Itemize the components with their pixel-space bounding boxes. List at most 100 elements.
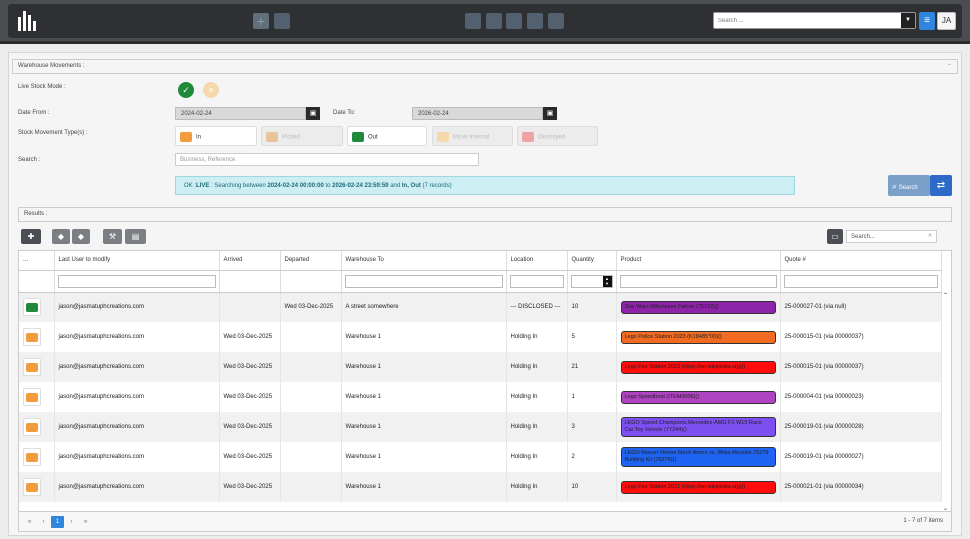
type-picked-button[interactable]: Picked	[261, 126, 343, 146]
col-header[interactable]: Departed	[280, 251, 342, 271]
tags-icon[interactable]: ◆	[72, 229, 90, 244]
hammer-icon[interactable]: ⚒	[103, 229, 122, 244]
product-badge[interactable]: Lego Police Station 2023 (K18485*00)()	[620, 330, 776, 344]
date-from-field[interactable]: 2024-02-24	[175, 107, 306, 120]
global-search-input[interactable]	[714, 13, 900, 28]
product-cell: Lego Speedboat (ITEM0006)()	[616, 382, 781, 412]
table-row[interactable]: jason@jasmatuphcreations.com Wed 03-Dec-2…	[19, 382, 942, 412]
user-cell: jason@jasmatuphcreations.com	[54, 382, 220, 412]
header-row: ... Last User to modify Arrived Departed…	[19, 251, 942, 271]
quantity-cell: 1	[567, 382, 617, 412]
product-badge[interactable]: Lego Speedboat (ITEM0006)()	[620, 390, 776, 404]
location-cell: --- DISCLOSED ---	[506, 292, 568, 322]
user-avatar[interactable]: JA	[937, 12, 956, 30]
keyboard-icon[interactable]: ▭	[827, 229, 843, 244]
export-icon[interactable]: ▤	[125, 229, 146, 244]
table-row[interactable]: jason@jasmatuphcreations.com Wed 03-Dec-2…	[19, 412, 942, 442]
last-page-button[interactable]: »	[79, 516, 92, 528]
user-cell: jason@jasmatuphcreations.com	[54, 322, 220, 352]
col-header[interactable]: Last User to modify	[54, 251, 220, 271]
date-from-label: Date From :	[18, 110, 50, 116]
quantity-stepper[interactable]: ▲ ▼	[570, 274, 613, 288]
search-input[interactable]: Business, Reference	[175, 153, 479, 166]
product-badge[interactable]: Lego Fire Station 2021 (https://en.wikip…	[620, 480, 776, 494]
grid-icon[interactable]	[274, 13, 290, 29]
col-header[interactable]: ...	[19, 251, 55, 271]
door-icon[interactable]	[527, 13, 543, 29]
bag-icon[interactable]	[506, 13, 522, 29]
product-badge[interactable]: LEGO Speed Champions Mercedes-AMG F1 W15…	[620, 417, 776, 437]
calendar-icon[interactable]: ▣	[306, 107, 320, 120]
crown-icon[interactable]	[548, 13, 564, 29]
type-move-internal-button[interactable]: Move Internal	[432, 126, 513, 146]
scroll-down-icon[interactable]: ⌄	[943, 505, 948, 512]
search-button-label: Search	[898, 185, 918, 191]
table-row[interactable]: jason@jasmatuphcreations.com Wed 03-Dec-2…	[19, 322, 942, 352]
filter-cell	[280, 270, 342, 293]
type-destroyed-button[interactable]: Destroyed	[517, 126, 598, 146]
type-cell	[19, 442, 55, 472]
info-live: LIVE	[196, 183, 210, 189]
location-cell: Holding In	[506, 472, 568, 502]
date-to-field[interactable]: 2026-02-24	[412, 107, 543, 120]
live-mode-on-icon[interactable]: ✓	[178, 82, 194, 98]
next-page-button[interactable]: ›	[65, 516, 78, 528]
type-out-button[interactable]: Out	[347, 126, 427, 146]
filter-input[interactable]	[509, 274, 564, 288]
pin-icon[interactable]: ✚	[21, 229, 41, 244]
table-row[interactable]: jason@jasmatuphcreations.com Wed 03-Dec-2…	[19, 442, 942, 472]
box-icon[interactable]	[23, 448, 41, 466]
table-row[interactable]: jason@jasmatuphcreations.com Wed 03-Dec-2…	[19, 352, 942, 382]
search-button[interactable]: ⌕ Search	[888, 175, 930, 196]
page-button[interactable]: 1	[51, 516, 64, 528]
scroll-up-icon[interactable]: ⌃	[943, 292, 948, 299]
quantity-cell: 21	[567, 352, 617, 382]
table-row[interactable]: jason@jasmatuphcreations.com Wed 03-Dec-2…	[19, 472, 942, 502]
product-badge[interactable]: Lego Fire Station 2023 (https://en.wikip…	[620, 360, 776, 374]
product-badge[interactable]: LEGO Marvel Venom Mech Armor vs. Miles M…	[620, 447, 776, 467]
table-row[interactable]: jason@jasmatuphcreations.com Wed 03-Dec-2…	[19, 292, 942, 322]
chevron-down-icon[interactable]: ▼	[901, 13, 915, 28]
prev-page-button[interactable]: ‹	[37, 516, 50, 528]
stepper-icon[interactable]: ▲ ▼	[602, 275, 612, 287]
quote-cell: 25-000021-01 (via 00000034)	[780, 472, 942, 502]
info-text: and	[388, 183, 402, 189]
filter-input[interactable]	[783, 274, 938, 288]
table-search-input[interactable]: Search... ⌕	[846, 230, 937, 243]
calendar-icon[interactable]: ▣	[543, 107, 557, 120]
col-header[interactable]: Warehouse To	[341, 251, 507, 271]
col-header[interactable]: Quote #	[780, 251, 942, 271]
arrived-cell: Wed 03-Dec-2025	[219, 322, 281, 352]
tag-icon[interactable]: ◆	[52, 229, 70, 244]
col-header[interactable]: Location	[506, 251, 568, 271]
box-icon[interactable]	[23, 388, 41, 406]
warehouse-cell: Warehouse 1	[341, 382, 507, 412]
refresh-icon[interactable]: ⇄	[930, 175, 952, 196]
global-search[interactable]: ▼	[713, 12, 916, 29]
truck-icon[interactable]	[465, 13, 481, 29]
add-icon[interactable]: +	[253, 13, 269, 29]
box-icon[interactable]	[23, 418, 41, 436]
section-title[interactable]: Warehouse Movements : ⌃	[12, 59, 958, 74]
col-header[interactable]: Product	[616, 251, 781, 271]
first-page-button[interactable]: «	[23, 516, 36, 528]
hamburger-icon[interactable]: ≡	[919, 12, 935, 30]
col-header[interactable]: Arrived	[219, 251, 281, 271]
box-icon[interactable]	[23, 478, 41, 496]
type-label: In	[196, 134, 202, 141]
box-icon[interactable]	[23, 358, 41, 376]
vehicles-icon[interactable]	[486, 13, 502, 29]
col-header[interactable]: Quantity	[567, 251, 617, 271]
filter-input[interactable]	[619, 274, 777, 288]
results-grid: ... Last User to modify Arrived Departed…	[18, 250, 952, 512]
collapse-icon[interactable]: ⌃	[947, 63, 952, 70]
type-in-button[interactable]: In	[175, 126, 257, 146]
filter-input[interactable]	[57, 274, 216, 288]
pick-icon	[266, 132, 278, 142]
box-icon[interactable]	[23, 328, 41, 346]
live-mode-off-icon[interactable]: ×	[203, 82, 219, 98]
app-logo[interactable]	[18, 11, 36, 31]
box-out-icon[interactable]	[23, 298, 41, 317]
product-badge[interactable]: Star Wars Millennium Falcon (75192)()	[620, 300, 776, 314]
filter-input[interactable]	[344, 274, 503, 288]
